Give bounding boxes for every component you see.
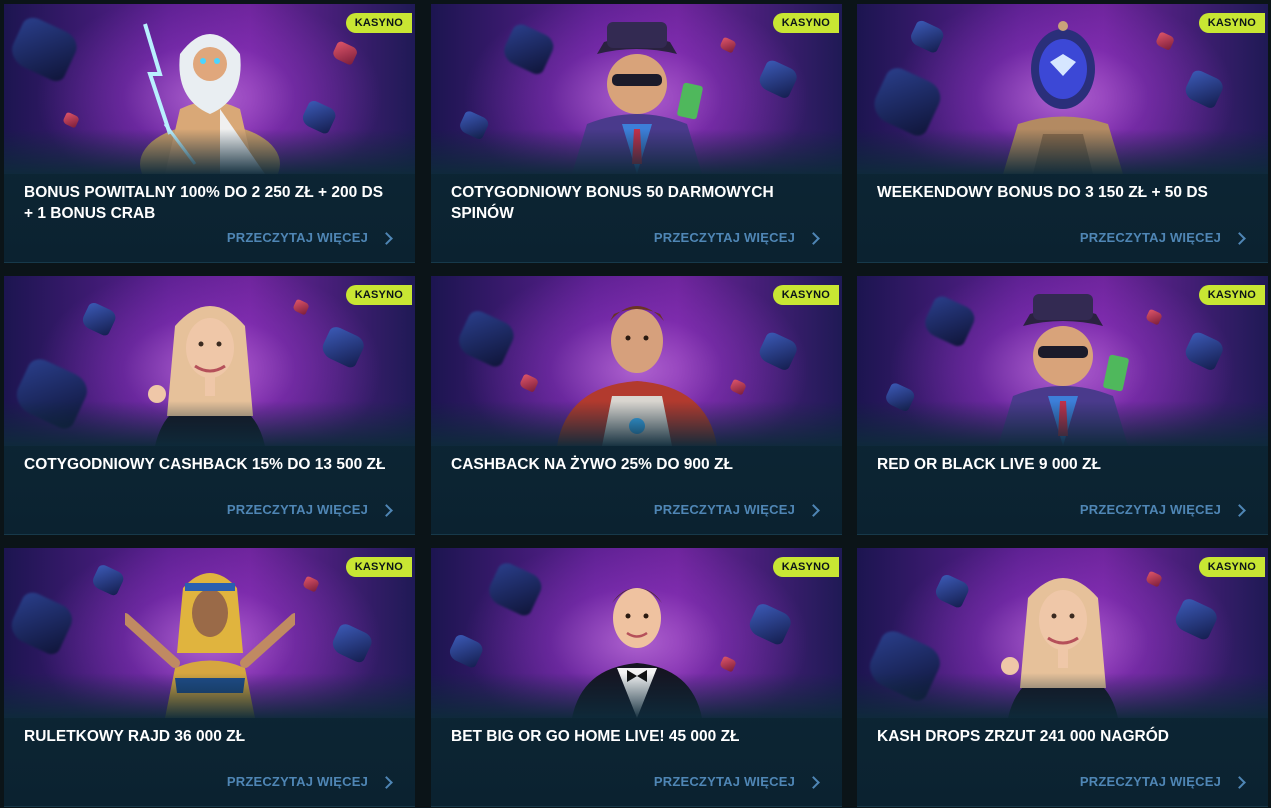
promo-card[interactable]: KASYNO CASHBACK NA ŻYWO 25% DO 900 ZŁ PR… xyxy=(431,276,842,535)
read-more-link[interactable]: PRZECZYTAJ WIĘCEJ xyxy=(653,502,820,517)
astronaut-icon xyxy=(556,306,717,446)
promo-title: BONUS POWITALNY 100% DO 2 250 ZŁ + 200 D… xyxy=(24,184,384,222)
promo-card[interactable]: KASYNO KASH DROPS ZRZUT 241 000 NAGRÓD P… xyxy=(857,548,1268,807)
category-badge: KASYNO xyxy=(772,557,839,577)
read-more-label: PRZECZYTAJ WIĘCEJ xyxy=(1079,774,1221,789)
promo-card[interactable]: KASYNO WEEKENDOWY BONUS DO 3 150 ZŁ + 50… xyxy=(857,4,1268,263)
category-badge: KASYNO xyxy=(1198,13,1265,33)
promo-title: RULETKOWY RAJD 36 000 ZŁ xyxy=(24,728,246,745)
category-badge: KASYNO xyxy=(772,13,839,33)
read-more-link[interactable]: PRZECZYTAJ WIĘCEJ xyxy=(226,230,393,245)
category-badge: KASYNO xyxy=(345,557,412,577)
promo-card[interactable]: KASYNO COTYGODNIOWY CASHBACK 15% DO 13 5… xyxy=(4,276,415,535)
category-badge: KASYNO xyxy=(345,285,412,305)
promo-title: COTYGODNIOWY CASHBACK 15% DO 13 500 ZŁ xyxy=(24,456,386,473)
read-more-label: PRZECZYTAJ WIĘCEJ xyxy=(653,230,795,245)
promo-title: CASHBACK NA ŻYWO 25% DO 900 ZŁ xyxy=(451,456,733,473)
pharaoh-icon xyxy=(124,573,295,718)
promo-card[interactable]: KASYNO BONUS POWITALNY 100% DO 2 250 ZŁ … xyxy=(4,4,415,263)
read-more-link[interactable]: PRZECZYTAJ WIĘCEJ xyxy=(1079,774,1246,789)
read-more-link[interactable]: PRZECZYTAJ WIĘCEJ xyxy=(1079,230,1246,245)
read-more-link[interactable]: PRZECZYTAJ WIĘCEJ xyxy=(653,774,820,789)
read-more-label: PRZECZYTAJ WIĘCEJ xyxy=(653,502,795,517)
promo-card[interactable]: KASYNO COTYGODNIOWY BONUS 50 DARMOWYCH S… xyxy=(431,4,842,263)
gangster-icon xyxy=(571,22,703,174)
chevron-right-icon xyxy=(380,503,393,517)
read-more-label: PRZECZYTAJ WIĘCEJ xyxy=(226,230,368,245)
gangster-icon xyxy=(997,294,1129,446)
read-more-label: PRZECZYTAJ WIĘCEJ xyxy=(1079,230,1221,245)
promo-card[interactable]: KASYNO RULETKOWY RAJD 36 000 ZŁ PRZECZYT… xyxy=(4,548,415,807)
category-badge: KASYNO xyxy=(1198,285,1265,305)
category-badge: KASYNO xyxy=(1198,557,1265,577)
chevron-right-icon xyxy=(807,775,820,789)
promo-title: KASH DROPS ZRZUT 241 000 NAGRÓD xyxy=(877,728,1169,745)
promo-title: RED OR BLACK LIVE 9 000 ZŁ xyxy=(877,456,1101,473)
read-more-label: PRZECZYTAJ WIĘCEJ xyxy=(1079,502,1221,517)
chevron-right-icon xyxy=(1233,231,1246,245)
promo-title: WEEKENDOWY BONUS DO 3 150 ZŁ + 50 DS xyxy=(877,184,1208,201)
chevron-right-icon xyxy=(1233,503,1246,517)
chevron-right-icon xyxy=(1233,775,1246,789)
read-more-label: PRZECZYTAJ WIĘCEJ xyxy=(226,502,368,517)
dealer-woman-icon xyxy=(1000,578,1118,718)
chevron-right-icon xyxy=(807,231,820,245)
category-badge: KASYNO xyxy=(772,285,839,305)
chevron-right-icon xyxy=(380,231,393,245)
promo-title: BET BIG OR GO HOME LIVE! 45 000 ZŁ xyxy=(451,728,740,745)
read-more-link[interactable]: PRZECZYTAJ WIĘCEJ xyxy=(226,502,393,517)
promo-title: COTYGODNIOWY BONUS 50 DARMOWYCH SPINÓW xyxy=(451,184,774,222)
promo-card[interactable]: KASYNO RED OR BLACK LIVE 9 000 ZŁ PRZECZ… xyxy=(857,276,1268,535)
promotions-grid: KASYNO BONUS POWITALNY 100% DO 2 250 ZŁ … xyxy=(0,0,1271,808)
chevron-right-icon xyxy=(807,503,820,517)
category-badge: KASYNO xyxy=(345,13,412,33)
read-more-link[interactable]: PRZECZYTAJ WIĘCEJ xyxy=(653,230,820,245)
promo-card[interactable]: KASYNO BET BIG OR GO HOME LIVE! 45 000 Z… xyxy=(431,548,842,807)
chevron-right-icon xyxy=(380,775,393,789)
dealer-woman-icon xyxy=(147,306,265,446)
read-more-link[interactable]: PRZECZYTAJ WIĘCEJ xyxy=(1079,502,1246,517)
read-more-label: PRZECZYTAJ WIĘCEJ xyxy=(226,774,368,789)
zeus-icon xyxy=(139,23,280,174)
read-more-link[interactable]: PRZECZYTAJ WIĘCEJ xyxy=(226,774,393,789)
dealer-man-icon xyxy=(571,588,702,718)
read-more-label: PRZECZYTAJ WIĘCEJ xyxy=(653,774,795,789)
robot-icon xyxy=(1002,21,1123,174)
